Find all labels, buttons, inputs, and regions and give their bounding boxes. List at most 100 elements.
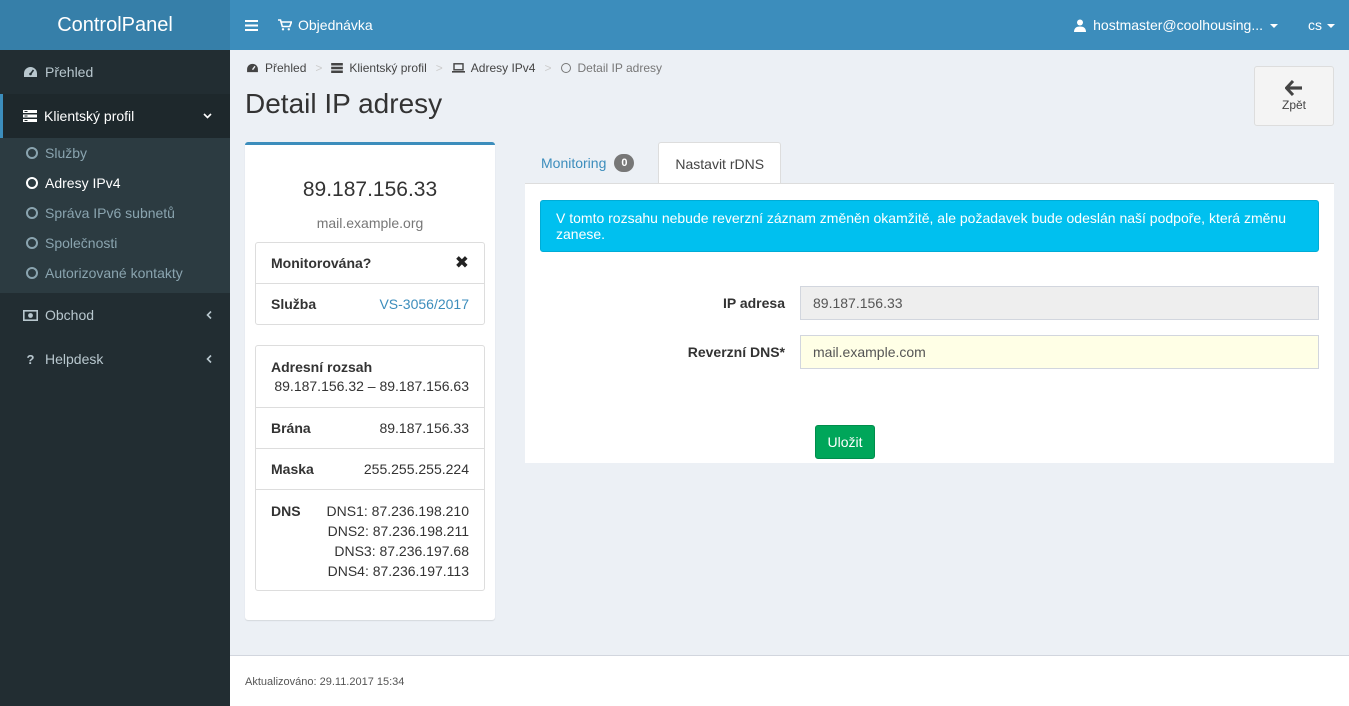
network-list: Adresní rozsah 89.187.156.32 – 89.187.15…	[255, 345, 485, 591]
breadcrumb-client-profile[interactable]: Klientský profil	[331, 61, 427, 75]
server-icon	[331, 63, 344, 73]
count-badge: 0	[614, 154, 635, 172]
mask-label: Maska	[271, 461, 314, 477]
breadcrumb-label: Přehled	[265, 61, 307, 75]
sidebar-toggle-button[interactable]	[230, 0, 272, 50]
hostname: mail.example.org	[316, 215, 424, 231]
chevron-down-icon	[1327, 24, 1335, 28]
monitored-label: Monitorována?	[271, 255, 372, 271]
last-updated: Aktualizováno: 29.11.2017 15:34	[245, 676, 405, 688]
ip-address-label: IP adresa	[722, 295, 785, 311]
dns-values: DNS1: 87.236.198.210 DNS2: 87.236.198.21…	[327, 501, 469, 581]
dns-value: DNS3: 87.236.197.68	[334, 543, 469, 559]
back-button-label: Zpět	[1281, 98, 1306, 112]
service-link[interactable]: VS-3056/2017	[379, 296, 469, 312]
sidebar-item-label: Obchod	[45, 307, 95, 323]
client-profile-submenu: Služby Adresy IPv4 Správa IPv6 subnetů S…	[0, 138, 230, 293]
submenu-item-label: Služby	[45, 145, 88, 161]
app-logo[interactable]: ControlPanel	[0, 0, 230, 50]
chevron-left-icon	[206, 310, 212, 320]
mask-row: Maska 255.255.255.224	[256, 449, 484, 490]
status-list: Monitorována? ✖ Služba VS-3056/2017	[255, 242, 485, 325]
chevron-down-icon	[1270, 24, 1278, 28]
breadcrumb: Přehled > Klientský profil > Adresy IPv4…	[246, 61, 662, 75]
range-row: Adresní rozsah 89.187.156.32 – 89.187.15…	[256, 346, 484, 408]
ip-address-heading: 89.187.156.33	[302, 178, 438, 201]
save-button[interactable]: Uložit	[815, 425, 875, 459]
submenu-item-ipv4[interactable]: Adresy IPv4	[0, 168, 230, 198]
submenu-item-services[interactable]: Služby	[0, 138, 230, 168]
tab-rdns[interactable]: Nastavit rDNS	[658, 142, 782, 184]
footer: Aktualizováno: 29.11.2017 15:34	[230, 655, 1349, 706]
submenu-item-companies[interactable]: Společnosti	[0, 228, 230, 258]
info-callout: V tomto rozsahu nebude reverzní záznam z…	[540, 200, 1319, 252]
rdns-tab-content: V tomto rozsahu nebude reverzní záznam z…	[525, 183, 1334, 463]
submenu-item-label: Adresy IPv4	[45, 175, 121, 191]
breadcrumb-overview[interactable]: Přehled	[246, 61, 306, 75]
breadcrumb-separator: >	[544, 61, 552, 75]
mask-value: 255.255.255.224	[363, 461, 469, 477]
breadcrumb-separator: >	[315, 61, 323, 75]
user-menu[interactable]: hostmaster@coolhousing...	[1060, 0, 1292, 50]
circle-icon	[26, 207, 38, 219]
sidebar: Přehled Klientský profil Služby Adresy I…	[0, 50, 230, 706]
ip-address-field[interactable]	[800, 286, 1319, 320]
service-row: Služba VS-3056/2017	[256, 284, 484, 324]
reverse-dns-field[interactable]	[800, 335, 1319, 369]
sidebar-item-business[interactable]: Obchod	[0, 293, 230, 337]
submenu-item-contacts[interactable]: Autorizované kontakty	[0, 258, 230, 288]
back-button[interactable]: Zpět	[1254, 66, 1334, 126]
language-menu[interactable]: cs	[1292, 0, 1349, 50]
language-label: cs	[1308, 17, 1322, 33]
tabs-box: Monitoring 0 Nastavit rDNS V tomto rozsa…	[525, 142, 1334, 463]
dns-value: DNS2: 87.236.198.211	[327, 523, 469, 539]
dns-label: DNS	[271, 503, 301, 519]
range-value: 89.187.156.32 – 89.187.156.63	[274, 378, 469, 394]
sidebar-item-client-profile[interactable]: Klientský profil	[0, 94, 230, 138]
breadcrumb-label: Klientský profil	[349, 61, 427, 75]
ip-info-box: 89.187.156.33 mail.example.org Monitorov…	[245, 142, 495, 620]
sidebar-item-label: Helpdesk	[45, 351, 104, 367]
user-icon	[1074, 19, 1087, 32]
service-label: Služba	[271, 296, 317, 312]
submenu-item-label: Společnosti	[45, 235, 118, 251]
breadcrumb-separator: >	[435, 61, 443, 75]
server-icon	[23, 110, 37, 122]
arrow-left-icon	[1285, 80, 1302, 96]
circle-icon	[560, 63, 571, 73]
dns-row: DNS DNS1: 87.236.198.210 DNS2: 87.236.19…	[256, 490, 484, 590]
laptop-icon	[451, 63, 465, 73]
user-email: hostmaster@coolhousing...	[1093, 17, 1263, 33]
submenu-item-label: Autorizované kontakty	[45, 265, 183, 281]
top-navbar: Objednávka hostmaster@coolhousing... cs	[230, 0, 1349, 50]
submenu-item-ipv6[interactable]: Správa IPv6 subnetů	[0, 198, 230, 228]
sidebar-item-overview[interactable]: Přehled	[0, 50, 230, 94]
circle-icon	[26, 147, 38, 159]
tab-bar: Monitoring 0 Nastavit rDNS	[525, 142, 1334, 184]
range-label: Adresní rozsah	[271, 359, 373, 375]
sidebar-item-label: Klientský profil	[44, 108, 135, 124]
sidebar-item-helpdesk[interactable]: ? Helpdesk	[0, 337, 230, 381]
circle-icon	[26, 237, 38, 249]
gateway-label: Brána	[271, 420, 311, 436]
submenu-item-label: Správa IPv6 subnetů	[45, 205, 175, 221]
order-link-label: Objednávka	[298, 17, 373, 33]
breadcrumb-ipv4[interactable]: Adresy IPv4	[451, 61, 536, 75]
cart-icon	[278, 19, 292, 31]
gateway-row: Brána 89.187.156.33	[256, 408, 484, 449]
order-link[interactable]: Objednávka	[272, 0, 379, 50]
breadcrumb-label: Detail IP adresy	[577, 61, 663, 75]
money-icon	[23, 309, 38, 321]
breadcrumb-label: Adresy IPv4	[470, 61, 536, 75]
dashboard-icon	[24, 67, 37, 77]
tab-monitoring[interactable]: Monitoring 0	[525, 142, 650, 184]
chevron-down-icon	[203, 113, 212, 119]
hamburger-icon	[244, 19, 258, 31]
chevron-left-icon	[206, 354, 212, 364]
tab-label: Monitoring	[541, 155, 607, 171]
page-title: Detail IP adresy	[245, 88, 443, 119]
question-icon: ?	[26, 351, 35, 367]
circle-icon	[26, 177, 38, 189]
sidebar-item-label: Přehled	[45, 64, 94, 80]
circle-icon	[26, 267, 38, 279]
